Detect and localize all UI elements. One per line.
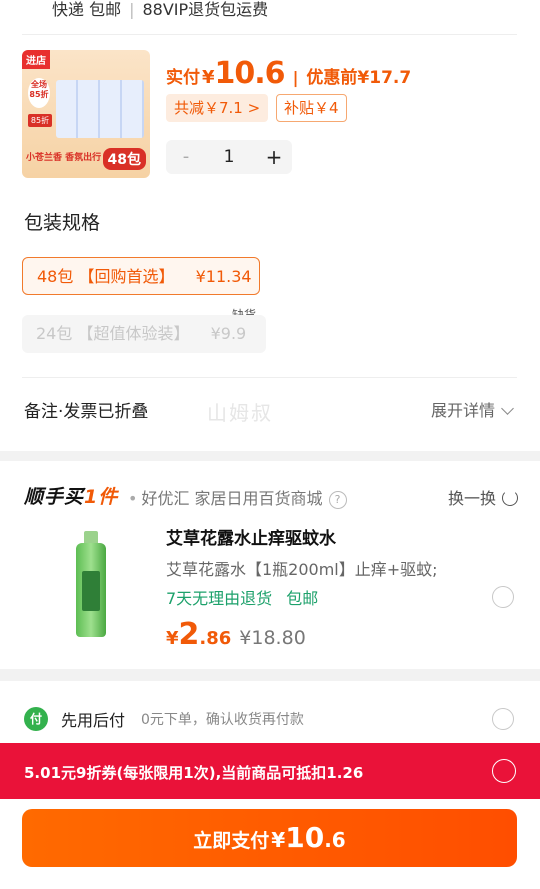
- price-before-label: 优惠前: [306, 68, 358, 88]
- addon-price-int: 2: [178, 617, 200, 652]
- watermark: 山姆叔: [207, 401, 273, 425]
- pay-now-int: 10: [285, 821, 325, 854]
- price-value: 10.6: [214, 56, 286, 91]
- addon-shop: • 好优汇 家居日用百货商城?: [128, 485, 347, 510]
- swap-label: 换一换: [447, 489, 496, 508]
- addon-brand-accent: 1件: [84, 486, 119, 508]
- coupon-bar[interactable]: 5.01元9折券(每张限用1次),当前商品可抵扣1.26: [0, 743, 540, 799]
- addon-product-title[interactable]: 艾草花露水止痒驱蚊水: [166, 524, 336, 549]
- addon-shop-name: 好优汇 家居日用百货商城: [141, 489, 323, 508]
- increase-button[interactable]: +: [262, 140, 286, 174]
- spec-section-title: 包装规格: [24, 212, 101, 234]
- expand-details-label: 展开详情: [430, 401, 495, 420]
- tissue-pack-image: [56, 80, 144, 138]
- spec-option-48[interactable]: 48包 【回购首选】 ¥11.34: [22, 257, 260, 295]
- bottle-label: [82, 571, 100, 611]
- addon-brand-main: 顺手买: [24, 486, 85, 508]
- addon-brand: 顺手买1件: [24, 482, 118, 509]
- chevron-right-icon: >: [247, 99, 261, 117]
- pay-now-button[interactable]: 立即支付 ¥10.6: [22, 809, 517, 867]
- pay-now-dec: .6: [324, 828, 346, 852]
- thumb-deal-badge: 85折: [28, 114, 52, 127]
- order-summary-card: 快递 包邮 | 88VIP退货包运费 进店 全场 85折 85折 小苍兰香 香氛出行…: [0, 0, 540, 451]
- spec-option-24[interactable]: 24包 【超值体验装】 ¥9.9: [22, 315, 266, 353]
- help-icon[interactable]: ?: [328, 491, 347, 509]
- quantity-stepper: - 1 +: [166, 140, 292, 174]
- coupon-text: 5.01元9折券(每张限用1次),当前商品可抵扣1.26: [24, 764, 364, 782]
- addon-price-original: ¥18.80: [239, 627, 306, 649]
- price-before-value: ¥17.7: [357, 68, 412, 88]
- spec-option-price: ¥9.9: [210, 324, 247, 343]
- pay-later-label: 先用后付: [61, 711, 126, 730]
- quantity-value[interactable]: 1: [214, 140, 244, 174]
- pay-now-label: 立即支付: [193, 830, 270, 852]
- addon-product-desc: 艾草花露水【1瓶200ml】止痒+驱蚊;: [166, 560, 438, 579]
- subsidy-chip: 补贴￥4: [276, 94, 347, 122]
- pay-later-radio[interactable]: [492, 708, 514, 730]
- spec-option-tag: 【回购首选】: [78, 267, 175, 286]
- shipping-express: 快递 包邮: [52, 0, 122, 19]
- divider: [22, 377, 517, 378]
- product-thumbnail[interactable]: 进店 全场 85折 85折 小苍兰香 香氛出行 48包: [22, 50, 150, 178]
- expand-details-button[interactable]: 展开详情: [430, 397, 514, 421]
- divider: |: [129, 0, 135, 19]
- shipping-vip: 88VIP退货包运费: [142, 0, 269, 19]
- coupon-radio[interactable]: [492, 759, 516, 783]
- shipping-tag: 包邮: [286, 589, 319, 608]
- payment-card: 付 先用后付 0元下单，确认收货再付款 5.01元9折券(每张限用1次),当前商…: [0, 681, 540, 889]
- spec-option-price: ¥11.34: [195, 267, 252, 286]
- bullet: •: [128, 489, 138, 508]
- divider: |: [292, 68, 299, 87]
- return-tag: 7天无理由退货: [166, 589, 273, 608]
- price-row: 实付 ¥10.6 | 优惠前¥17.7: [166, 56, 411, 91]
- shipping-info: 快递 包邮 | 88VIP退货包运费: [52, 0, 268, 20]
- thumb-store-badge: 进店: [22, 50, 50, 69]
- addon-product-image[interactable]: [72, 531, 110, 639]
- thumb-tagline: 小苍兰香 香氛出行: [26, 153, 102, 163]
- pay-now-currency: ¥: [271, 828, 286, 852]
- spec-option-name: 24包: [36, 324, 73, 343]
- remark-invoice-label: 备注·发票已折叠: [24, 402, 149, 422]
- spec-option-tag: 【超值体验装】: [77, 324, 190, 343]
- discount-chip-label: 共减￥7.1: [174, 99, 243, 117]
- chevron-down-icon: [501, 402, 514, 415]
- spec-option-name: 48包: [37, 267, 74, 286]
- refresh-icon: [502, 490, 518, 506]
- swap-button[interactable]: 换一换: [448, 485, 518, 509]
- addon-card: 顺手买1件 • 好优汇 家居日用百货商城? 换一换 艾草花露水止痒驱蚊水 艾草花露…: [0, 461, 540, 669]
- discount-chip[interactable]: 共减￥7.1 >: [166, 94, 269, 122]
- decrease-button[interactable]: -: [174, 140, 198, 174]
- addon-product-tags: 7天无理由退货 包邮: [166, 585, 318, 609]
- addon-price-currency: ¥: [166, 628, 179, 649]
- pay-later-desc: 0元下单，确认收货再付款: [141, 712, 304, 728]
- divider: [22, 34, 517, 35]
- addon-price: ¥2.86 ¥18.80: [166, 617, 306, 652]
- thumb-discount-circle: 全场 85折: [28, 78, 50, 108]
- price-label: 实付: [166, 68, 200, 88]
- addon-select-radio[interactable]: [492, 586, 514, 608]
- pay-later-icon: 付: [24, 707, 48, 731]
- price-currency: ¥: [202, 67, 215, 88]
- thumb-count-badge: 48包: [102, 148, 146, 170]
- addon-price-dec: .86: [199, 628, 232, 649]
